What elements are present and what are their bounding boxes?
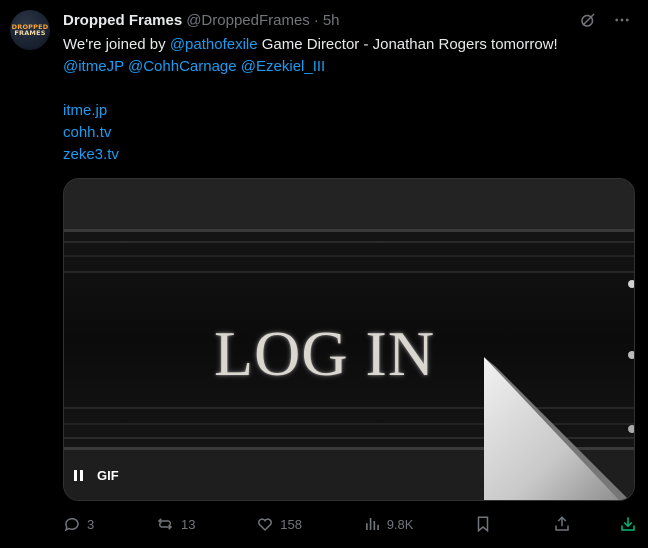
views-button[interactable]: 9.8K [363,515,414,533]
repost-icon [157,518,173,530]
repost-button[interactable]: 13 [155,515,195,533]
like-button[interactable]: 158 [256,515,302,533]
avatar[interactable]: DROPPED FRAMES [10,10,50,50]
grok-icon[interactable] [578,10,598,30]
pause-icon[interactable] [74,469,83,481]
gif-badge: GIF [97,467,119,483]
tweet-top-icons [578,10,632,30]
action-bar: 3 13 158 9.8K [63,513,637,535]
download-icon [621,517,635,531]
tweet-header: Dropped Frames @DroppedFrames · 5h [63,10,340,30]
mention-pathofexile[interactable]: @pathofexile [170,36,258,53]
author-name[interactable]: Dropped Frames [63,12,182,29]
gif-media[interactable]: LOG IN GIF [63,178,635,501]
link-itme[interactable]: itme.jp [63,100,638,122]
reply-button[interactable]: 3 [63,515,94,533]
reply-count: 3 [87,516,95,532]
mention-itmejp[interactable]: @itmeJP [63,58,124,75]
bookmark-button[interactable] [474,515,492,533]
share-icon [555,516,569,531]
gif-controls: GIF [74,463,119,487]
share-group [553,515,637,533]
avatar-text-line2: FRAMES [14,29,46,37]
more-options-icon[interactable] [612,10,632,30]
link-cohh[interactable]: cohh.tv [63,122,638,144]
author-handle[interactable]: @DroppedFrames [186,12,310,29]
views-count: 9.8K [386,516,414,532]
tweet-line-1: We're joined by @pathofexile Game Direct… [63,34,638,56]
tweet-text-intro: We're joined by [63,36,170,53]
heart-icon [258,518,273,532]
views-icon [365,518,379,530]
share-button[interactable] [553,515,571,533]
like-count: 158 [280,516,302,532]
mention-ezekiel[interactable]: @Ezekiel_III [241,58,325,75]
bookmark-icon [477,516,489,533]
mention-cohhcarnage[interactable]: @CohhCarnage [128,58,237,75]
tweet-body: We're joined by @pathofexile Game Direct… [63,34,638,166]
tweet-line-2: @itmeJP @CohhCarnage @Ezekiel_III [63,56,638,78]
link-zeke[interactable]: zeke3.tv [63,144,638,166]
repost-count: 13 [181,516,196,532]
reply-icon [64,517,79,532]
timestamp[interactable]: 5h [323,12,340,29]
gif-overlay-text: LOG IN [214,318,436,389]
separator-dot: · [313,11,319,29]
download-button[interactable] [619,515,637,533]
tweet-text-rest: Game Director - Jonathan Rogers tomorrow… [257,36,558,53]
